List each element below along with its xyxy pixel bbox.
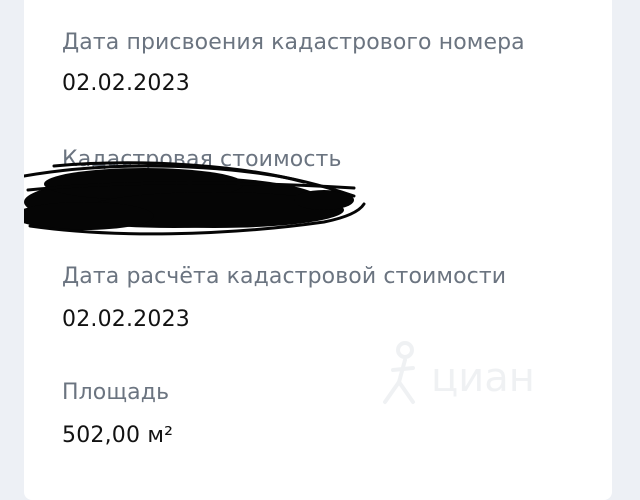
cadastral-number-date-value: 02.02.2023 xyxy=(62,71,190,96)
area-value: 502,00 м² xyxy=(62,423,174,448)
cadastral-number-date-label: Дата присвоения кадастрового номера xyxy=(62,30,525,55)
pin-person-icon xyxy=(383,341,415,404)
cadastral-calc-date-label: Дата расчёта кадастровой стоимости xyxy=(62,264,507,289)
cian-watermark: циан xyxy=(369,338,612,418)
watermark-text: циан xyxy=(431,355,535,401)
area-label: Площадь xyxy=(62,380,170,405)
property-info-card: Дата присвоения кадастрового номера 02.0… xyxy=(24,0,612,500)
cadastral-calc-date-value: 02.02.2023 xyxy=(62,307,190,332)
redaction-scribble xyxy=(24,161,366,236)
